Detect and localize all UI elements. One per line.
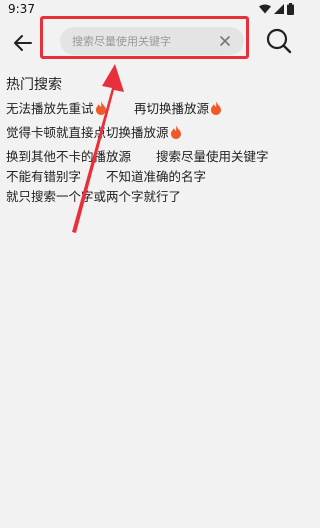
annotation-arrow [72,64,124,233]
